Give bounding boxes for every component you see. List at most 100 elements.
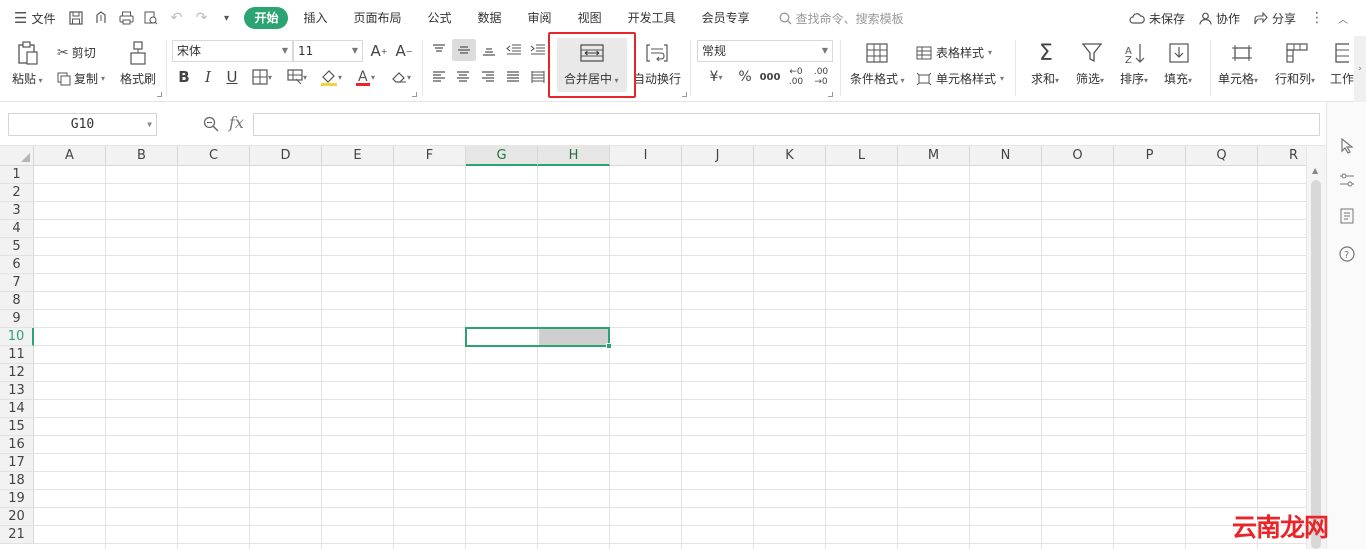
ribbon-scroll-right-icon[interactable]: › [1354,36,1366,102]
table-style-button[interactable]: 表格样式 ▾ [916,44,992,61]
row-header-5[interactable]: 5 [0,238,34,256]
align-middle-icon[interactable] [452,39,476,61]
cell-icon[interactable] [1229,42,1255,64]
row-header-4[interactable]: 4 [0,220,34,238]
tab-page-layout[interactable]: 页面布局 [343,7,413,29]
tab-view[interactable]: 视图 [567,7,613,29]
format-painter-button[interactable]: 格式刷 [120,70,156,87]
decrease-decimal-icon[interactable]: .00 →0 [810,65,832,89]
borders-icon[interactable]: ▾ [248,66,276,88]
print-preview-icon[interactable] [140,7,162,29]
column-header-h[interactable]: H [538,146,610,166]
paste-button[interactable]: 粘贴 ▾ [12,70,43,87]
copy-button[interactable]: 复制 ▾ [57,70,105,87]
column-header-k[interactable]: K [754,146,826,166]
row-header-6[interactable]: 6 [0,256,34,274]
sort-button[interactable]: 排序▾ [1120,70,1148,87]
number-launcher-icon[interactable] [828,92,833,97]
column-header-n[interactable]: N [970,146,1042,166]
wrap-text-button[interactable]: 自动换行 [633,70,681,87]
worksheet-icon[interactable] [1334,42,1350,64]
cursor-select-icon[interactable] [1337,136,1357,156]
align-right-icon[interactable] [477,67,499,87]
column-header-j[interactable]: J [682,146,754,166]
column-header-f[interactable]: F [394,146,466,166]
row-header-10[interactable]: 10 [0,328,34,346]
file-menu[interactable]: ☰ 文件 [14,9,55,27]
row-header-14[interactable]: 14 [0,400,34,418]
export-icon[interactable] [90,7,112,29]
alignment-launcher-icon[interactable] [682,92,687,97]
align-center-icon[interactable] [452,67,474,87]
collab-button[interactable]: 协作 [1199,10,1240,27]
cell-button[interactable]: 单元格▾ [1218,70,1258,87]
row-header-21[interactable]: 21 [0,526,34,544]
bold-icon[interactable]: B [174,66,194,88]
row-header-15[interactable]: 15 [0,418,34,436]
column-header-d[interactable]: D [250,146,322,166]
row-header-1[interactable]: 1 [0,166,34,184]
thousands-separator-icon[interactable]: 000 [759,67,781,87]
increase-font-icon[interactable]: A + [368,41,390,61]
tab-developer[interactable]: 开发工具 [617,7,687,29]
underline-icon[interactable]: U [222,66,242,88]
more-options-icon[interactable]: ⋮ [1310,10,1324,26]
fill-style-icon[interactable]: ▾ [282,66,312,88]
font-launcher-icon[interactable] [412,92,417,97]
font-color-icon[interactable]: A ▾ [350,66,380,88]
selected-range[interactable] [465,327,612,349]
row-header-19[interactable]: 19 [0,490,34,508]
cell-style-button[interactable]: 单元格样式 ▾ [916,70,1004,87]
unsaved-status[interactable]: 未保存 [1129,10,1185,27]
font-name-select[interactable]: 宋体 ▼ [172,40,293,62]
decrease-font-icon[interactable]: A − [393,41,415,61]
row-header-3[interactable]: 3 [0,202,34,220]
collapse-ribbon-icon[interactable]: ︿ [1338,11,1348,26]
scrollbar-thumb[interactable] [1311,180,1321,549]
format-painter-icon[interactable] [126,40,150,66]
column-header-l[interactable]: L [826,146,898,166]
print-icon[interactable] [115,7,137,29]
column-header-e[interactable]: E [322,146,394,166]
column-header-r[interactable]: R [1258,146,1306,166]
fill-button[interactable]: 填充▾ [1164,70,1192,87]
fill-color-icon[interactable]: ▾ [316,66,346,88]
sum-icon[interactable]: Σ [1034,40,1058,66]
clipboard-launcher-icon[interactable] [157,92,162,97]
align-top-icon[interactable] [428,40,450,60]
column-header-m[interactable]: M [898,146,970,166]
properties-icon[interactable] [1337,170,1357,190]
column-header-p[interactable]: P [1114,146,1186,166]
column-header-b[interactable]: B [106,146,178,166]
sum-button[interactable]: 求和▾ [1031,70,1059,87]
quick-access-dropdown-icon[interactable]: ▾ [215,7,237,29]
column-header-q[interactable]: Q [1186,146,1258,166]
select-all-corner[interactable] [0,146,34,166]
filter-icon[interactable] [1080,42,1104,64]
redo-icon[interactable]: ↷ [190,7,212,29]
row-header-2[interactable]: 2 [0,184,34,202]
column-header-o[interactable]: O [1042,146,1114,166]
column-header-a[interactable]: A [34,146,106,166]
column-header-c[interactable]: C [178,146,250,166]
tab-review[interactable]: 审阅 [517,7,563,29]
row-header-8[interactable]: 8 [0,292,34,310]
justify-icon[interactable] [502,67,524,87]
increase-decimal-icon[interactable]: ←0.00 [785,65,807,89]
wrap-text-icon[interactable] [644,42,670,64]
conditional-format-button[interactable]: 条件格式 ▾ [850,70,905,87]
row-header-9[interactable]: 9 [0,310,34,328]
name-box[interactable]: G10 ▼ [8,113,157,136]
help-icon[interactable]: ? [1337,244,1357,264]
filter-button[interactable]: 筛选▾ [1076,70,1104,87]
tab-insert[interactable]: 插入 [292,7,338,29]
undo-icon[interactable]: ↶ [165,7,187,29]
italic-icon[interactable]: I [198,66,218,88]
row-header-13[interactable]: 13 [0,382,34,400]
zoom-search-icon[interactable] [203,116,219,136]
formula-input[interactable] [253,113,1320,136]
scroll-up-icon[interactable]: ▲ [1312,166,1318,175]
number-format-select[interactable]: 常规 ▼ [697,40,833,62]
tab-formulas[interactable]: 公式 [417,7,463,29]
row-header-7[interactable]: 7 [0,274,34,292]
